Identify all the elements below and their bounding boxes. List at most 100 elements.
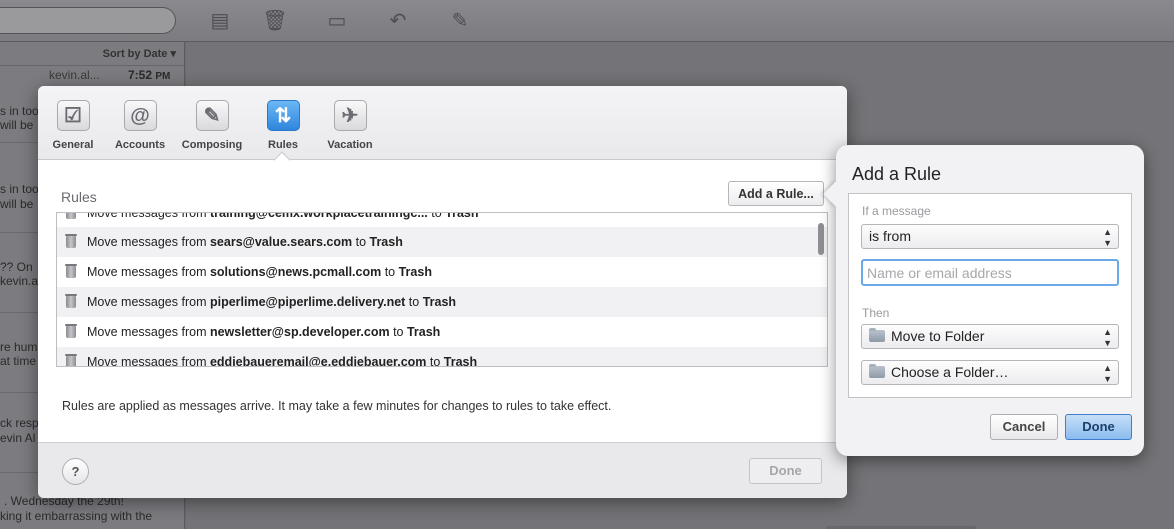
message-snippet: will be (0, 118, 34, 132)
message-snippet: s in too (0, 182, 39, 196)
rule-row[interactable]: Move messages from sears@value.sears.com… (57, 227, 827, 257)
message-snippet: ?? On (0, 260, 33, 274)
message-time-value: 7:52 (128, 68, 153, 82)
condition-select[interactable]: is from ▲ ▼ (861, 224, 1119, 249)
rules-footnote: Rules are applied as messages arrive. It… (62, 399, 612, 413)
rule-row[interactable]: Move messages from piperlime@piperlime.d… (57, 287, 827, 317)
trash-icon (66, 213, 76, 219)
updown-arrows-icon: ▲ ▼ (1103, 363, 1112, 384)
rule-text: Move messages from training@cemx.workpla… (87, 212, 479, 228)
address-input[interactable] (861, 259, 1119, 286)
rule-address: eddiebaueremail@e.eddiebauer.com (209, 355, 427, 367)
message-snippet: re hum (0, 340, 38, 354)
message-snippet: s in too (0, 104, 39, 118)
rules-list[interactable]: Move messages from training@cemx.workpla… (56, 212, 828, 367)
rule-row[interactable]: Move messages from newsletter@sp.develop… (57, 317, 827, 347)
reply-icon[interactable]: ↶ (385, 8, 411, 34)
rule-row[interactable]: Move messages from training@cemx.workpla… (57, 212, 827, 228)
compose-icon: ✎ (195, 100, 229, 131)
rule-mid: to (427, 212, 446, 220)
message-snippet: will be (0, 197, 34, 211)
message-snippet: kevin.a (0, 274, 39, 288)
rule-target: Trash (422, 295, 457, 309)
sort-label: Sort by Date (102, 48, 168, 60)
rule-address: sears@value.sears.com (209, 235, 353, 249)
trash-icon (65, 324, 77, 338)
tab-composing[interactable]: ✎ Composing (177, 100, 247, 151)
tab-vacation[interactable]: ✈ Vacation (315, 100, 385, 151)
message-snippet: ck resp (0, 416, 39, 430)
message-sender: kevin.al... (49, 68, 100, 82)
rule-mid: to (389, 325, 407, 339)
folder-value: Choose a Folder… (891, 364, 1009, 380)
rule-target: Trash (406, 325, 441, 339)
action-label: Then (862, 306, 890, 320)
rule-prefix: Move messages from (87, 212, 210, 220)
trash-icon (65, 354, 77, 366)
preferences-tab-bar: ☑ General @ Accounts ✎ Composing ⇅ Rules… (38, 86, 847, 160)
rules-heading: Rules (61, 189, 97, 205)
folder-select[interactable]: Choose a Folder… ▲ ▼ (861, 360, 1119, 385)
compose-icon[interactable]: ✎ (447, 8, 473, 34)
action-select[interactable]: Move to Folder ▲ ▼ (861, 324, 1119, 349)
message-snippet: king it embarrassing with the (0, 509, 153, 523)
rules-icon: ⇅ (266, 100, 300, 131)
rule-text: Move messages from piperlime@piperlime.d… (87, 287, 456, 317)
done-button[interactable]: Done (1065, 414, 1132, 440)
rule-text: Move messages from newsletter@sp.develop… (87, 317, 440, 347)
preferences-sheet: ☑ General @ Accounts ✎ Composing ⇅ Rules… (38, 86, 847, 498)
tab-general[interactable]: ☑ General (38, 100, 108, 151)
rule-text: Move messages from sears@value.sears.com… (87, 227, 403, 257)
folder-icon (869, 364, 885, 378)
rule-address: newsletter@sp.developer.com (209, 325, 390, 339)
rule-prefix: Move messages from (87, 265, 210, 279)
rule-address: piperlime@piperlime.delivery.net (209, 295, 406, 309)
add-rule-button[interactable]: Add a Rule... (728, 181, 824, 206)
rule-target: Trash (445, 212, 479, 220)
search-field[interactable] (0, 7, 176, 34)
rules-list-scrollbar[interactable] (818, 223, 824, 255)
rule-target: Trash (398, 265, 432, 279)
tab-label: Accounts (114, 139, 166, 151)
message-time: 7:52 PM (128, 68, 170, 84)
move-to-folder-icon (869, 328, 885, 342)
rule-target: Trash (369, 235, 403, 249)
message-time-suffix: PM (155, 71, 171, 82)
move-to-folder-icon[interactable]: ▤ (207, 8, 233, 34)
popover-title: Add a Rule (852, 164, 942, 184)
rule-text: Move messages from eddiebaueremail@e.edd… (87, 347, 478, 367)
rule-address: solutions@news.pcmall.com (209, 265, 382, 279)
tab-label: Rules (268, 139, 298, 151)
condition-value: is from (869, 228, 911, 244)
help-button[interactable]: ? (62, 458, 89, 485)
tab-accounts[interactable]: @ Accounts (105, 100, 175, 151)
cancel-button[interactable]: Cancel (990, 414, 1058, 440)
rule-mid: to (352, 235, 370, 249)
rule-target: Trash (443, 355, 478, 367)
tab-label: Vacation (327, 139, 373, 151)
tab-label: Composing (181, 139, 243, 151)
done-button[interactable]: Done (749, 458, 822, 484)
rule-mid: to (426, 355, 444, 367)
rule-row[interactable]: Move messages from eddiebaueremail@e.edd… (57, 347, 827, 367)
sort-menu[interactable]: Sort by Date ▾ (0, 42, 184, 66)
rule-mid: to (381, 265, 399, 279)
condition-label: If a message (862, 204, 931, 218)
rule-row[interactable]: Move messages from solutions@news.pcmall… (57, 257, 827, 287)
tab-rules[interactable]: ⇅ Rules (248, 100, 318, 151)
mail-toolbar: ▤ 🗑︎ ▭ ↶ ✎ (0, 0, 1174, 42)
trash-icon (65, 264, 77, 278)
trash-icon[interactable]: 🗑︎ (262, 8, 288, 34)
rule-prefix: Move messages from (87, 355, 210, 367)
airplane-icon: ✈ (333, 100, 367, 131)
add-rule-popover: Add a Rule If a message is from ▲▼ Then … (823, 145, 1144, 456)
preferences-footer: ? Done (38, 442, 847, 498)
updown-arrows-icon: ▲ ▼ (1103, 227, 1112, 248)
rule-prefix: Move messages from (87, 295, 210, 309)
trash-icon (65, 294, 77, 308)
action-value: Move to Folder (891, 328, 985, 344)
updown-arrows-icon: ▲ ▼ (1103, 327, 1112, 348)
archive-icon[interactable]: ▭ (324, 8, 350, 34)
rule-prefix: Move messages from (87, 235, 210, 249)
tab-label: General (52, 139, 94, 151)
